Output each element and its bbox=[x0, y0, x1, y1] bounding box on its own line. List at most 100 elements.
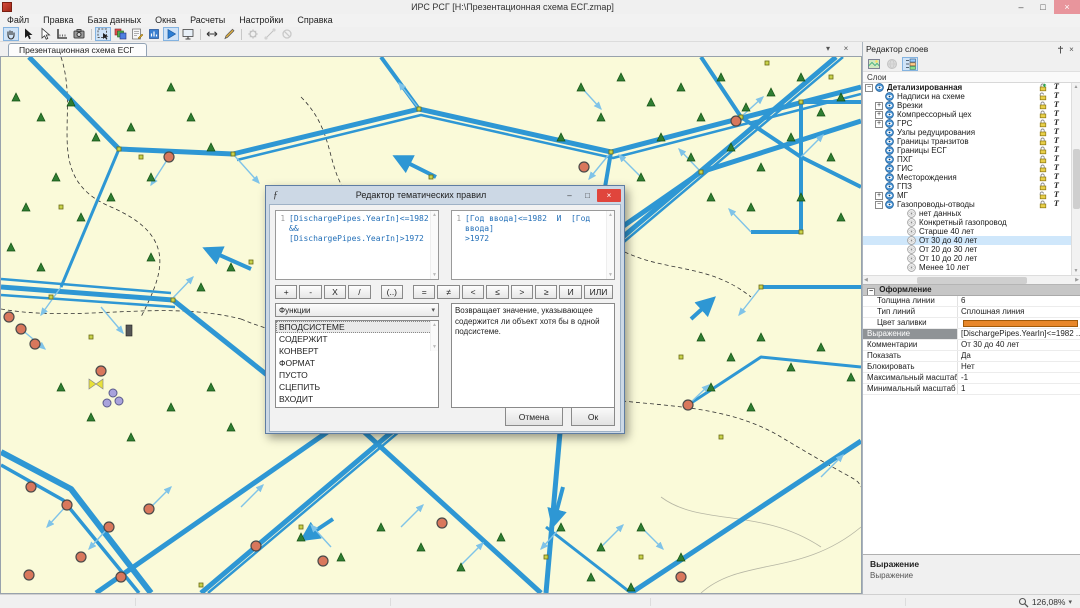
lock-icon[interactable] bbox=[1039, 173, 1047, 182]
property-value[interactable]: Да bbox=[958, 351, 1080, 361]
lock-icon[interactable] bbox=[1039, 146, 1047, 155]
operator-button-2[interactable]: X bbox=[324, 285, 346, 299]
layer-item-20[interactable]: Менее 10 лет bbox=[863, 263, 1071, 272]
operator-button-10[interactable]: ≥ bbox=[535, 285, 557, 299]
maximize-button[interactable]: □ bbox=[1032, 0, 1054, 14]
zoom-dropdown-icon[interactable]: ▾ bbox=[1068, 598, 1072, 606]
layers-tree-hscrollbar[interactable]: ◀▶ bbox=[863, 275, 1080, 284]
lock-icon[interactable] bbox=[1039, 164, 1047, 173]
functions-dropdown[interactable]: Функции ▾ bbox=[275, 303, 439, 317]
editor-scrollbar[interactable]: ▲▼ bbox=[430, 211, 438, 279]
collapse-icon[interactable]: − bbox=[875, 201, 883, 209]
lock-icon[interactable] bbox=[1039, 110, 1047, 119]
layers-tree-vscrollbar[interactable]: ▲▼ bbox=[1071, 83, 1080, 275]
visibility-eye-icon[interactable] bbox=[907, 227, 916, 236]
layer-item-10[interactable]: МесторожденияT bbox=[863, 173, 1071, 182]
unlock-icon[interactable] bbox=[1039, 92, 1047, 101]
layer-item-8[interactable]: ПХГT bbox=[863, 155, 1071, 164]
lock-icon[interactable] bbox=[1039, 182, 1047, 191]
select-tool-icon[interactable] bbox=[20, 27, 36, 41]
layer-item-18[interactable]: От 20 до 30 лет bbox=[863, 245, 1071, 254]
visibility-eye-icon[interactable] bbox=[885, 200, 894, 209]
camera-tool-icon[interactable] bbox=[71, 27, 87, 41]
annotate-tool-icon[interactable] bbox=[129, 27, 145, 41]
function-item-2[interactable]: КОНВЕРТ bbox=[276, 345, 438, 357]
layer-item-15[interactable]: Конкретный газопровод bbox=[863, 218, 1071, 227]
dialog-title-bar[interactable]: ƒ Редактор тематических правил – □ × bbox=[269, 186, 621, 204]
layer-item-19[interactable]: От 10 до 20 лет bbox=[863, 254, 1071, 263]
menu-item-1[interactable]: Правка bbox=[36, 14, 80, 27]
system-expression-editor[interactable]: 1 [DischargePipes.YearIn]<=1982 &&[Disch… bbox=[275, 210, 439, 280]
visibility-eye-icon[interactable] bbox=[907, 254, 916, 263]
property-value[interactable]: 6 bbox=[958, 296, 1080, 306]
layer-item-3[interactable]: +Компрессорный цехT bbox=[863, 110, 1071, 119]
layer-item-1[interactable]: Надписи на схемеT bbox=[863, 92, 1071, 101]
layer-item-12[interactable]: +МГT bbox=[863, 191, 1071, 200]
layer-item-5[interactable]: Узлы редуцированияT bbox=[863, 128, 1071, 137]
menu-item-4[interactable]: Расчеты bbox=[183, 14, 232, 27]
visibility-eye-icon[interactable] bbox=[885, 101, 894, 110]
expand-icon[interactable]: + bbox=[875, 120, 883, 128]
layer-item-13[interactable]: −Газопроводы-отводыT bbox=[863, 200, 1071, 209]
property-value[interactable]: Нет bbox=[958, 362, 1080, 372]
menu-item-5[interactable]: Настройки bbox=[232, 14, 290, 27]
property-value[interactable]: -1 bbox=[958, 373, 1080, 383]
visibility-eye-icon[interactable] bbox=[907, 236, 916, 245]
tab-presentation-scheme[interactable]: Презентационная схема ЕСГ bbox=[8, 43, 147, 56]
presentation-tool-icon[interactable] bbox=[180, 27, 196, 41]
layer-item-4[interactable]: +ГРСT bbox=[863, 119, 1071, 128]
operator-button-4[interactable]: (..) bbox=[381, 285, 403, 299]
panel-close-icon[interactable]: × bbox=[1066, 44, 1077, 55]
property-value[interactable]: [DischargePipes.YearIn]<=1982 ... bbox=[958, 329, 1080, 339]
visibility-eye-icon[interactable] bbox=[907, 263, 916, 272]
layer-tree-icon[interactable] bbox=[902, 57, 918, 71]
lock-icon[interactable] bbox=[1039, 83, 1047, 92]
property-value[interactable] bbox=[958, 318, 1080, 328]
lock-icon[interactable] bbox=[1039, 155, 1047, 164]
function-item-7[interactable]: ЕСЛИ bbox=[276, 405, 438, 408]
function-item-5[interactable]: СЦЕПИТЬ bbox=[276, 381, 438, 393]
layer-item-9[interactable]: ГИСT bbox=[863, 164, 1071, 173]
function-item-6[interactable]: ВХОДИТ bbox=[276, 393, 438, 405]
dialog-close-button[interactable]: × bbox=[597, 189, 621, 202]
unlock-icon[interactable] bbox=[1039, 191, 1047, 200]
minimize-button[interactable]: – bbox=[1010, 0, 1032, 14]
select-alt-tool-icon[interactable] bbox=[37, 27, 53, 41]
operator-button-3[interactable]: / bbox=[348, 285, 370, 299]
fill-color-swatch[interactable] bbox=[963, 320, 1078, 327]
layer-item-2[interactable]: +ВрезкиT bbox=[863, 101, 1071, 110]
layer-item-16[interactable]: Старше 40 лет bbox=[863, 227, 1071, 236]
close-button[interactable]: × bbox=[1054, 0, 1080, 14]
layer-item-7[interactable]: Границы ЕСГT bbox=[863, 146, 1071, 155]
layers-tool-icon[interactable] bbox=[112, 27, 128, 41]
expand-icon[interactable]: + bbox=[875, 102, 883, 110]
user-expression-editor[interactable]: 1 [Год ввода]<=1982 И [Год ввода]>1972 ▲… bbox=[451, 210, 615, 280]
operator-button-5[interactable]: = bbox=[413, 285, 435, 299]
operator-button-1[interactable]: - bbox=[299, 285, 321, 299]
dialog-minimize-button[interactable]: – bbox=[561, 189, 578, 202]
report-tool-icon[interactable] bbox=[146, 27, 162, 41]
menu-item-0[interactable]: Файл bbox=[0, 14, 36, 27]
map-layer-icon[interactable] bbox=[866, 57, 882, 71]
visibility-eye-icon[interactable] bbox=[885, 164, 894, 173]
expand-icon[interactable]: + bbox=[875, 192, 883, 200]
functions-list-scrollbar[interactable]: ▲▼ bbox=[430, 321, 438, 351]
lock-icon[interactable] bbox=[1039, 200, 1047, 209]
function-item-4[interactable]: ПУСТО bbox=[276, 369, 438, 381]
tab-list-dropdown-icon[interactable]: ▾ bbox=[822, 43, 834, 55]
menu-item-6[interactable]: Справка bbox=[290, 14, 339, 27]
property-value[interactable]: 1 bbox=[958, 384, 1080, 394]
visibility-eye-icon[interactable] bbox=[885, 155, 894, 164]
collapse-icon[interactable]: − bbox=[867, 288, 875, 295]
ok-button[interactable]: Ок bbox=[571, 407, 615, 426]
menu-item-3[interactable]: Окна bbox=[148, 14, 183, 27]
property-value[interactable]: От 30 до 40 лет bbox=[958, 340, 1080, 350]
visibility-eye-icon[interactable] bbox=[885, 146, 894, 155]
cancel-button[interactable]: Отмена bbox=[505, 407, 563, 426]
operator-button-11[interactable]: И bbox=[559, 285, 581, 299]
operator-button-12[interactable]: ИЛИ bbox=[584, 285, 613, 299]
function-item-0[interactable]: ВПОДСИСТЕМЕ bbox=[276, 321, 438, 333]
collapse-icon[interactable]: − bbox=[865, 84, 873, 92]
lock-icon[interactable] bbox=[1039, 137, 1047, 146]
measure-tool-icon[interactable] bbox=[54, 27, 70, 41]
